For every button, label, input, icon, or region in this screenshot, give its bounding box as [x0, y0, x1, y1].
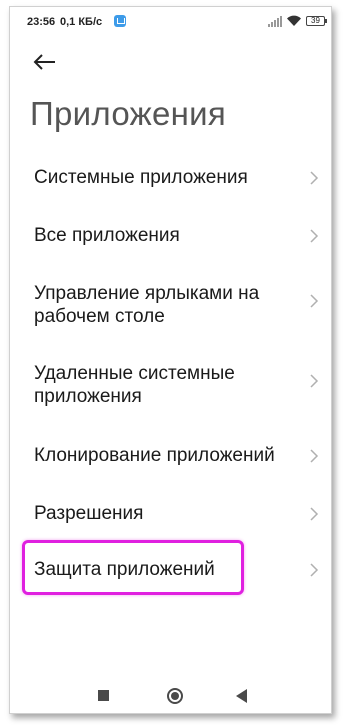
menu-item-label: Удаленные системные приложения [34, 363, 235, 407]
menu-item-label: Клонирование приложений [34, 445, 275, 466]
status-network-speed: 0,1 КБ/с [60, 16, 103, 28]
chevron-right-icon [310, 507, 319, 521]
menu-item-label: Системные приложения [34, 167, 248, 188]
menu-item-label: Управление ярлыками на рабочем столе [34, 283, 260, 327]
phone-screen: 23:56 0,1 КБ/с 39 Приложения Системные п… [9, 6, 332, 714]
status-bar: 23:56 0,1 КБ/с 39 [10, 7, 331, 37]
battery-icon: 39 [306, 16, 327, 26]
chevron-right-icon [310, 294, 319, 308]
chevron-right-icon [310, 171, 319, 185]
app-notification-icon [114, 15, 126, 27]
highlight-annotation [22, 540, 244, 595]
menu-item-removed-system-apps[interactable]: Удаленные системные приложения [10, 355, 331, 415]
chevron-right-icon [310, 374, 319, 388]
menu-item-shortcuts[interactable]: Управление ярлыками на рабочем столе [10, 275, 331, 335]
menu-item-label: Разрешения [34, 503, 144, 524]
menu-item-system-apps[interactable]: Системные приложения [10, 157, 331, 197]
menu-item-app-cloning[interactable]: Клонирование приложений [10, 435, 331, 475]
chevron-right-icon [310, 449, 319, 463]
wifi-icon [287, 15, 301, 26]
home-circle-icon[interactable] [167, 688, 183, 704]
menu-item-permissions[interactable]: Разрешения [10, 493, 331, 533]
status-time: 23:56 [27, 16, 56, 28]
chevron-right-icon [310, 563, 319, 577]
back-arrow-icon[interactable] [30, 47, 60, 77]
signal-icon [268, 16, 282, 27]
menu-item-all-apps[interactable]: Все приложения [10, 215, 331, 255]
recents-square-icon[interactable] [98, 690, 109, 701]
back-triangle-icon[interactable] [236, 689, 247, 703]
page-title: Приложения [30, 95, 227, 132]
chevron-right-icon [310, 229, 319, 243]
menu-item-label: Все приложения [34, 225, 180, 246]
navigation-bar [10, 675, 331, 713]
